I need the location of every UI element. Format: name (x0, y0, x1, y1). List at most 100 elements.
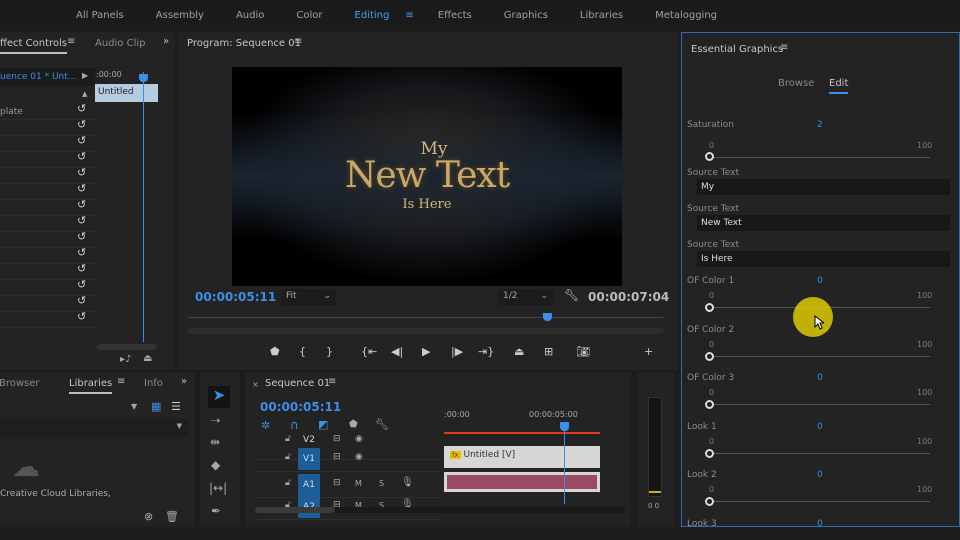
reset-icon[interactable]: ↺ (77, 182, 86, 195)
dropdown-arrow-icon[interactable]: ▼ (131, 402, 137, 411)
workspace-tab[interactable]: Assembly (140, 10, 220, 21)
add-button-icon[interactable]: + (644, 345, 653, 358)
track-select-tool-icon[interactable]: ⇢ (211, 414, 220, 427)
pen-tool-icon[interactable]: ✒ (211, 504, 221, 518)
microphone-icon[interactable]: 🎙︎ (401, 477, 414, 488)
eye-icon[interactable]: ◉ (355, 452, 363, 462)
reset-icon[interactable]: ↺ (77, 214, 86, 227)
reset-icon[interactable]: ↺ (77, 118, 86, 131)
tab-browser[interactable]: Browser (0, 378, 40, 389)
collapse-icon[interactable]: ▲ (82, 90, 87, 98)
workspace-tab[interactable]: Graphics (488, 10, 564, 21)
source-text-input[interactable]: My (697, 179, 950, 195)
step-back-icon[interactable]: ◀| (391, 345, 403, 358)
eye-icon[interactable]: ◉ (355, 434, 363, 444)
audio-play-icon[interactable]: ▸♪ (120, 354, 131, 365)
reset-icon[interactable]: ↺ (77, 230, 86, 243)
reset-icon[interactable]: ↺ (77, 310, 86, 323)
slider-value[interactable]: 0 (817, 373, 823, 383)
close-icon[interactable]: × (252, 380, 259, 389)
fit-dropdown[interactable]: Fit ⌄ (281, 289, 336, 305)
timeline-timecode[interactable]: 00:00:05:11 (260, 400, 341, 414)
slider-track[interactable] (712, 404, 930, 405)
work-area-bar[interactable] (444, 432, 600, 434)
lock-icon[interactable]: 🔓︎ (285, 478, 291, 488)
workspace-tab[interactable]: Editing (339, 10, 406, 21)
step-forward-icon[interactable]: |▶ (451, 345, 463, 358)
reset-icon[interactable]: ↺ (77, 278, 86, 291)
list-view-icon[interactable]: ☰ (171, 400, 181, 413)
workspace-tab[interactable]: Metalogging (639, 10, 733, 21)
reset-icon[interactable]: ↺ (77, 294, 86, 307)
slider-knob[interactable] (705, 303, 714, 312)
cc-sync-icon[interactable]: ⊗ (144, 510, 153, 523)
workspace-tab[interactable]: Audio (220, 10, 280, 21)
go-to-in-icon[interactable]: {⇤ (361, 345, 377, 358)
nest-icon[interactable]: ✲ (261, 419, 270, 432)
go-to-out-icon[interactable]: ⇥} (478, 345, 494, 358)
slider-value[interactable]: 0 (817, 422, 823, 432)
tab-info[interactable]: Info (144, 378, 163, 389)
snap-icon[interactable]: ∩ (290, 418, 299, 432)
mark-in-icon[interactable]: { (299, 345, 306, 358)
play-icon[interactable]: ▶ (422, 345, 430, 358)
program-playhead[interactable] (543, 313, 552, 321)
ec-playhead-handle[interactable] (139, 74, 148, 82)
tab-effect-controls[interactable]: ffect Controls (0, 38, 67, 54)
video-clip[interactable]: fx Untitled [V] (444, 446, 600, 468)
library-search[interactable]: ▼ (0, 419, 188, 437)
reset-icon[interactable]: ↺ (77, 262, 86, 275)
tab-audio-clip[interactable]: Audio Clip (95, 38, 146, 49)
lock-icon[interactable]: 🔓︎ (285, 434, 291, 444)
sequence-tab[interactable]: Sequence 01 (265, 378, 330, 389)
export-icon[interactable]: ⏏ (143, 353, 152, 364)
sync-lock-icon[interactable]: ⊟ (333, 452, 341, 462)
panel-menu-icon[interactable]: ≡ (67, 36, 75, 47)
lock-icon[interactable]: 🔓︎ (285, 452, 291, 462)
linked-selection-icon[interactable]: ◩ (318, 418, 328, 431)
track-target-A1[interactable]: A1 (298, 474, 320, 496)
more-panels-icon[interactable]: » (163, 36, 169, 47)
slider-knob[interactable] (705, 497, 714, 506)
slider-value[interactable]: 0 (817, 519, 823, 529)
workspace-tab[interactable]: Color (280, 10, 338, 21)
track-target-V2[interactable]: V2 (298, 434, 320, 446)
workspace-tab[interactable]: All Panels (60, 10, 140, 21)
workspace-tab[interactable]: Libraries (564, 10, 639, 21)
wrench-icon[interactable]: 🔧︎ (564, 288, 579, 302)
reset-icon[interactable]: ↺ (77, 198, 86, 211)
slider-value[interactable]: 0 (817, 276, 823, 286)
reset-icon[interactable]: ↺ (77, 166, 86, 179)
panel-menu-icon[interactable]: ≡ (294, 36, 302, 47)
saturation-value[interactable]: 2 (817, 120, 823, 130)
play-triangle-icon[interactable]: ▶ (82, 71, 88, 80)
add-marker-icon[interactable]: ⬟ (349, 419, 358, 430)
program-title[interactable]: Program: Sequence 01 (187, 38, 301, 49)
timeline-scrollbar[interactable] (255, 507, 625, 513)
wrench-icon[interactable]: 🔧︎ (375, 418, 389, 431)
source-text-input[interactable]: Is Here (697, 251, 950, 267)
reset-icon[interactable]: ↺ (77, 102, 86, 115)
tab-browse[interactable]: Browse (778, 78, 814, 89)
ripple-edit-tool-icon[interactable]: ⇹ (210, 435, 220, 449)
selection-tool-icon[interactable]: ➤ (208, 386, 230, 408)
tab-libraries[interactable]: Libraries (69, 378, 113, 394)
slip-tool-icon[interactable]: |↔| (209, 481, 227, 495)
slider-knob[interactable] (705, 351, 714, 361)
saturation-slider[interactable] (712, 157, 930, 158)
reset-icon[interactable]: ↺ (77, 134, 86, 147)
sync-lock-icon[interactable]: ⊟ (333, 478, 341, 488)
mute-button[interactable]: M (355, 479, 362, 488)
workspace-tab[interactable]: Effects (422, 10, 488, 21)
ec-playhead[interactable] (143, 72, 144, 342)
panel-menu-icon[interactable]: ≡ (780, 42, 788, 53)
source-text-input[interactable]: New Text (697, 215, 950, 231)
audio-clip[interactable] (444, 472, 600, 492)
workspace-menu-icon[interactable]: ≡ (405, 10, 421, 21)
add-marker-icon[interactable]: ⬟ (270, 345, 280, 358)
track-target-V1[interactable]: V1 (298, 448, 320, 470)
mark-out-icon[interactable]: } (326, 345, 333, 358)
saturation-slider-knob[interactable] (705, 152, 714, 161)
slider-track[interactable] (712, 501, 930, 502)
lift-icon[interactable]: ⏏ (514, 345, 524, 358)
